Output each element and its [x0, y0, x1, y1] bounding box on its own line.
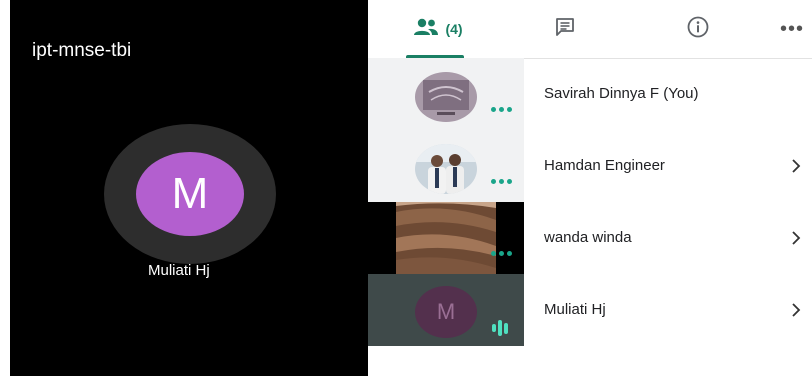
participant-name: wanda winda [544, 229, 632, 246]
tab-info[interactable] [676, 0, 720, 58]
participant-name: Muliati Hj [544, 301, 606, 318]
active-speaker-avatar: M [136, 152, 244, 236]
chevron-right-icon[interactable] [788, 274, 804, 346]
participant-avatar: M [415, 286, 477, 338]
people-icon [413, 18, 439, 41]
options-dots-icon[interactable] [491, 179, 512, 184]
stage-edge [0, 0, 10, 376]
chevron-right-icon[interactable] [788, 202, 804, 274]
participant-row[interactable]: Savirah Dinnya F (You) [368, 58, 812, 130]
participant-thumbnail: M [368, 274, 524, 346]
participant-name: Hamdan Engineer [544, 157, 665, 174]
tab-people[interactable]: (4) [388, 0, 488, 58]
participant-row[interactable]: wanda winda [368, 202, 812, 274]
info-icon [686, 15, 710, 44]
participant-row[interactable]: Hamdan Engineer [368, 130, 812, 202]
active-speaker-name: Muliati Hj [148, 262, 210, 279]
options-dots-icon[interactable] [491, 107, 512, 112]
participant-thumbnail [368, 58, 524, 130]
participant-avatar-photo [415, 144, 477, 194]
more-icon: ••• [779, 17, 804, 40]
side-panel: (4) ••• Savirah Dinnya F (You) Hamdan En… [368, 0, 812, 376]
participant-video-feed [396, 202, 496, 274]
chevron-right-icon[interactable] [788, 130, 804, 202]
participant-thumbnail [368, 130, 524, 202]
chat-icon [554, 16, 576, 43]
participant-avatar-photo [415, 72, 477, 122]
participant-thumbnail [368, 202, 524, 274]
participant-name: Savirah Dinnya F (You) [544, 85, 699, 102]
panel-tabs: (4) ••• [368, 0, 812, 59]
participant-row[interactable]: M Muliati Hj [368, 274, 812, 346]
options-dots-icon[interactable] [491, 251, 512, 256]
main-video-stage[interactable]: ipt-mnse-tbi M Muliati Hj [0, 0, 368, 376]
tab-chat[interactable] [543, 0, 587, 58]
more-options-button[interactable]: ••• [770, 0, 812, 58]
people-count: (4) [445, 21, 463, 37]
meeting-code: ipt-mnse-tbi [32, 40, 132, 61]
speaking-indicator-icon [492, 318, 514, 338]
